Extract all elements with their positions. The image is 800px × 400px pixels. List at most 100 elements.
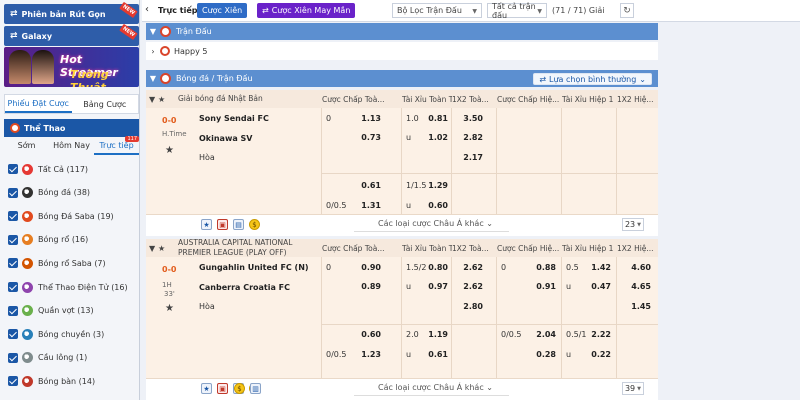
soccer-ball-icon — [10, 123, 20, 133]
odds-cell[interactable]: 1.31 — [351, 201, 381, 210]
new-badge: NEW — [119, 23, 138, 41]
sport-item[interactable]: Tất Cả (117) — [8, 162, 88, 176]
odds-cell[interactable]: 0.91 — [526, 282, 556, 291]
sport-item[interactable]: Thể Thao Điện Tử (16) — [8, 280, 128, 294]
page-title: Trực tiếp — [158, 6, 198, 15]
volleyball-icon — [22, 328, 33, 340]
odds-cell[interactable]: 2.17 — [456, 153, 483, 162]
odds-cell[interactable]: 2.62 — [456, 282, 483, 291]
coin-icon[interactable]: $ — [234, 383, 245, 394]
odds-cell[interactable]: 0.73 — [351, 133, 381, 142]
odds-cell[interactable]: 0.88 — [526, 263, 556, 272]
match-filter-dropdown[interactable]: Bộ Lọc Trận Đấu ▼ — [392, 3, 482, 18]
compact-version-button[interactable]: ⇄ Phiên bản Rút Gọn NEW — [4, 1, 139, 24]
tab-early[interactable]: Sớm — [4, 141, 49, 155]
sport-item[interactable]: Bóng rổ Saba (7) — [8, 256, 106, 270]
sport-item[interactable]: Quần vợt (13) — [8, 304, 94, 318]
odds-cell[interactable]: 4.60 — [621, 263, 651, 272]
star-icon[interactable]: ★ — [158, 90, 165, 108]
galaxy-button[interactable]: ⇄ Galaxy NEW — [4, 23, 139, 46]
checkbox[interactable] — [8, 187, 18, 198]
odds-cell[interactable]: 1.42 — [581, 263, 611, 272]
normal-selection-dropdown[interactable]: ⇄ Lựa chọn bình thường ⌄ — [533, 73, 652, 85]
odds-cell[interactable]: 1.29 — [421, 181, 448, 190]
tab-bet-list[interactable]: Bảng Cược — [72, 95, 139, 113]
sport-item[interactable]: Bóng Đá Saba (19) — [8, 209, 114, 223]
odds-cell[interactable]: 2.80 — [456, 302, 483, 311]
odds-cell[interactable]: 1.23 — [351, 350, 381, 359]
market-count-dropdown[interactable]: 39 ▼ — [622, 382, 644, 395]
left-panel: ⇄ Phiên bản Rút Gọn NEW ⇄ Galaxy NEW Hot… — [0, 0, 140, 400]
coin-icon[interactable]: $ — [249, 219, 260, 230]
sport-item[interactable]: Bóng đá (38) — [8, 186, 90, 200]
odds-cell[interactable]: 0.60 — [351, 330, 381, 339]
checkbox[interactable] — [8, 376, 18, 387]
handicap-cell: 0 — [501, 263, 507, 272]
odds-cell[interactable]: 2.82 — [456, 133, 483, 142]
odds-cell[interactable]: 0.97 — [421, 282, 448, 291]
odds-cell[interactable]: 2.22 — [581, 330, 611, 339]
chevron-down-icon: ▼ — [149, 27, 157, 36]
checkbox[interactable] — [8, 164, 18, 174]
chevron-down-icon[interactable]: ▼ — [149, 239, 155, 257]
odds-cell[interactable]: 0.22 — [581, 350, 611, 359]
star-icon[interactable]: ★ — [158, 239, 165, 257]
odds-cell[interactable]: 0.61 — [351, 181, 381, 190]
odds-cell[interactable]: 2.04 — [526, 330, 556, 339]
star-icon[interactable]: ★ — [165, 303, 174, 314]
odds-cell[interactable]: 3.50 — [456, 114, 483, 123]
tab-live[interactable]: Trực tiếp 117 — [94, 136, 139, 155]
checkbox[interactable] — [8, 352, 18, 363]
handicap-cell: 0 — [326, 114, 332, 123]
odds-cell[interactable]: 0.90 — [351, 263, 381, 272]
sport-item[interactable]: Bóng bàn (14) — [8, 374, 95, 388]
favorite-star-icon[interactable]: ★ — [201, 219, 212, 230]
odds-cell[interactable]: 1.19 — [421, 330, 448, 339]
checkbox[interactable] — [8, 329, 18, 340]
refresh-icon[interactable]: ↻ — [620, 3, 634, 18]
checkbox[interactable] — [8, 282, 18, 292]
odds-cell[interactable]: 0.28 — [526, 350, 556, 359]
odds-cell[interactable]: 0.61 — [421, 350, 448, 359]
live-tv-icon[interactable]: ▣ — [217, 383, 228, 394]
all-matches-dropdown[interactable]: Tất cả trận đấu ▼ — [487, 2, 547, 20]
lucky-parlay-button[interactable]: ⇄ Cược Xiên May Mắn — [257, 3, 356, 18]
market-count-dropdown[interactable]: 23 ▼ — [622, 218, 644, 231]
sport-item[interactable]: Bóng rổ (16) — [8, 233, 88, 247]
more-asian-bets-link[interactable]: Các loại cược Châu Á khác ⌄ — [354, 219, 509, 232]
odds-cell[interactable]: 0.81 — [421, 114, 448, 123]
odds-cell[interactable]: 0.89 — [351, 282, 381, 291]
parlay-button[interactable]: Cược Xiên — [197, 3, 248, 18]
back-arrow-icon[interactable]: ‹ — [145, 4, 149, 15]
live-tv-icon[interactable]: ▣ — [217, 219, 228, 230]
hot-streamer-banner[interactable]: Hot Streamer Tường Thuật — [4, 47, 139, 87]
odds-cell[interactable]: 4.65 — [621, 282, 651, 291]
bar-chart-icon[interactable]: ▥ — [250, 383, 261, 394]
more-asian-bets-link[interactable]: Các loại cược Châu Á khác ⌄ — [354, 383, 509, 396]
star-icon[interactable]: ★ — [165, 145, 174, 156]
odds-cell[interactable]: 1.13 — [351, 114, 381, 123]
chevron-down-icon: ▼ — [637, 221, 641, 228]
section-tran-dau[interactable]: ▼ Trận Đấu — [146, 23, 658, 40]
odds-cell[interactable]: 1.45 — [621, 302, 651, 311]
new-badge: NEW — [119, 1, 138, 19]
checkbox[interactable] — [8, 305, 18, 316]
checkbox[interactable] — [8, 234, 18, 245]
favorite-star-icon[interactable]: ★ — [201, 383, 212, 394]
stats-box-icon[interactable]: ▤ — [233, 219, 244, 230]
sport-item[interactable]: Cầu lông (1) — [8, 351, 87, 365]
happy5-row[interactable]: › Happy 5 — [146, 42, 658, 60]
tab-today[interactable]: Hôm Nay — [49, 141, 94, 155]
sport-item[interactable]: Bóng chuyền (3) — [8, 327, 104, 341]
checkbox[interactable] — [8, 211, 18, 222]
odds-cell[interactable]: 0.60 — [421, 201, 448, 210]
odds-cell[interactable]: 1.02 — [421, 133, 448, 142]
league-count: (71 / 71) Giải — [552, 6, 605, 15]
odds-cell[interactable]: 0.80 — [421, 263, 448, 272]
odds-cell[interactable]: 0.47 — [581, 282, 611, 291]
tab-bet-slip[interactable]: Phiếu Đặt Cược — [5, 95, 72, 113]
chevron-down-icon[interactable]: ▼ — [149, 90, 155, 108]
checkbox[interactable] — [8, 258, 18, 269]
odds-cell[interactable]: 2.62 — [456, 263, 483, 272]
section-bong-da[interactable]: ▼ Bóng đá / Trận Đấu ⇄ Lựa chọn bình thư… — [146, 70, 658, 87]
